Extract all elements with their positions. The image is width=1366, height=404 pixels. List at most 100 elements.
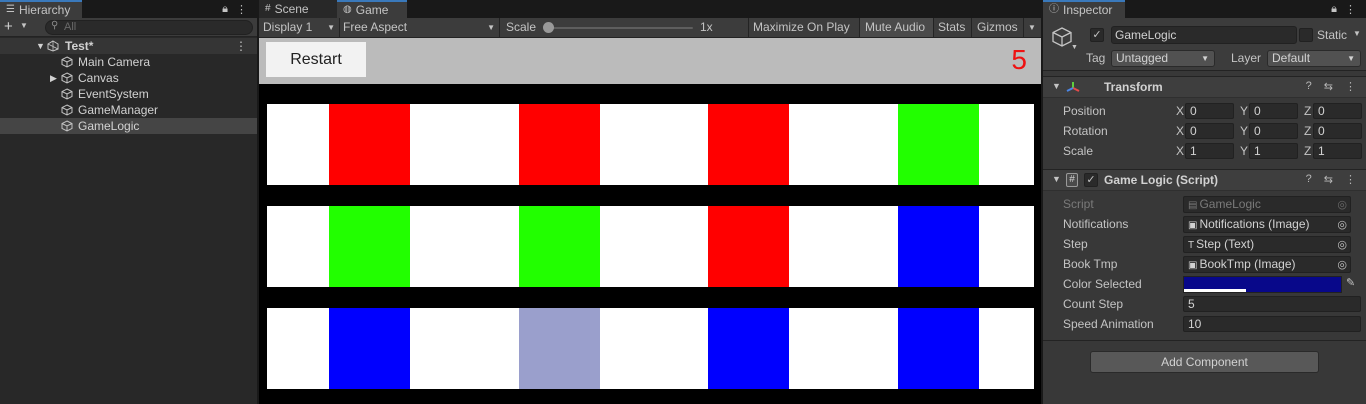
game-view-panel: # Scene ◍ Game Display 1 ▼ Free Aspect ▼…: [259, 0, 1041, 404]
help-icon[interactable]: ?: [1306, 173, 1312, 186]
kebab-menu-icon[interactable]: ⋮: [1345, 80, 1356, 93]
book-cell[interactable]: [898, 206, 979, 287]
preset-icon[interactable]: ⇆: [1324, 173, 1333, 186]
kebab-menu-icon[interactable]: ⋮: [1345, 3, 1356, 16]
object-picker-icon[interactable]: ◎: [1337, 218, 1347, 232]
scale-slider-knob[interactable]: [543, 22, 554, 33]
foldout-arrow-icon[interactable]: ▼: [1052, 174, 1061, 184]
color-selected-field[interactable]: [1183, 276, 1342, 293]
chevron-down-icon: ▼: [1201, 54, 1209, 63]
book-cell[interactable]: [708, 206, 789, 287]
lock-icon[interactable]: 🔒︎: [1331, 3, 1337, 16]
speed-animation-field[interactable]: 10: [1183, 316, 1361, 332]
position-z-field[interactable]: 0: [1313, 103, 1362, 119]
scale-y-field[interactable]: 1: [1249, 143, 1298, 159]
book-cell[interactable]: [708, 308, 789, 389]
kebab-menu-icon[interactable]: ⋮: [236, 3, 247, 16]
search-input[interactable]: ⚲ All: [45, 20, 253, 35]
book-cell[interactable]: [898, 104, 979, 185]
rotation-x-field[interactable]: 0: [1185, 123, 1234, 139]
tag-dropdown[interactable]: Untagged ▼: [1111, 50, 1215, 67]
book-cell[interactable]: [708, 104, 789, 185]
tab-game[interactable]: ◍ Game: [337, 0, 407, 18]
eyedropper-icon[interactable]: ✎: [1346, 276, 1360, 293]
book-cell[interactable]: [329, 104, 410, 185]
list-item[interactable]: GameManager: [0, 102, 257, 118]
active-checkbox[interactable]: ✓: [1090, 28, 1104, 42]
rotation-label: Rotation: [1063, 124, 1108, 138]
object-header: ▼ ✓ GameLogic Static ▼ Tag Untagged ▼ La…: [1043, 18, 1366, 71]
script-component-header[interactable]: ▼ # ✓ Game Logic (Script) ? ⇆ ⋮: [1043, 169, 1366, 191]
stats-button[interactable]: Stats: [938, 18, 965, 37]
help-icon[interactable]: ?: [1306, 80, 1312, 93]
book-cell[interactable]: [329, 206, 410, 287]
gameobject-cube-icon: [1052, 27, 1072, 47]
tab-scene[interactable]: # Scene: [259, 0, 337, 18]
book-cell[interactable]: [519, 308, 600, 389]
object-picker-icon[interactable]: ◎: [1337, 238, 1347, 252]
object-picker-icon[interactable]: ◎: [1337, 258, 1347, 272]
game-viewport[interactable]: Restart 5: [259, 38, 1041, 404]
list-item[interactable]: ▶ Canvas: [0, 70, 257, 86]
gameobject-cube-icon: [61, 88, 73, 100]
book-cell[interactable]: [898, 308, 979, 389]
layer-dropdown[interactable]: Default ▼: [1267, 50, 1361, 67]
chevron-down-icon[interactable]: ▼: [20, 21, 28, 30]
position-x-field[interactable]: 0: [1185, 103, 1234, 119]
book-cell[interactable]: [519, 206, 600, 287]
mute-audio-button[interactable]: Mute Audio: [860, 18, 933, 37]
preset-icon[interactable]: ⇆: [1324, 80, 1333, 93]
step-field[interactable]: T Step (Text) ◎: [1183, 236, 1351, 253]
scale-x-field[interactable]: 1: [1185, 143, 1234, 159]
book-cell[interactable]: [519, 104, 600, 185]
step-counter: 5: [1011, 44, 1027, 75]
gizmos-button[interactable]: Gizmos: [977, 18, 1018, 37]
display-dropdown[interactable]: Display 1 ▼: [263, 18, 339, 37]
transform-component-header[interactable]: ▼ Transform ? ⇆ ⋮: [1043, 76, 1366, 98]
scale-z-field[interactable]: 1: [1313, 143, 1362, 159]
separator: [748, 18, 749, 37]
restart-button[interactable]: Restart: [266, 42, 366, 77]
separator: [1023, 18, 1024, 37]
chevron-down-icon[interactable]: ▼: [1071, 44, 1078, 51]
x-axis-label: X: [1176, 144, 1185, 158]
hierarchy-panel: ☰ Hierarchy 🔒︎ ⋮ + ▼ ⚲ All ▼ Test* ⋮ Mai…: [0, 0, 257, 404]
list-item[interactable]: GameLogic: [0, 118, 257, 134]
rotation-y-field[interactable]: 0: [1249, 123, 1298, 139]
static-checkbox[interactable]: [1299, 28, 1313, 42]
expand-arrow-icon[interactable]: ▼: [36, 38, 45, 54]
count-step-field[interactable]: 5: [1183, 296, 1361, 312]
list-item[interactable]: EventSystem: [0, 86, 257, 102]
book-cell[interactable]: [329, 308, 410, 389]
z-axis-label: Z: [1304, 124, 1312, 138]
add-object-button[interactable]: +: [4, 19, 13, 35]
object-name-field[interactable]: GameLogic: [1111, 26, 1297, 44]
scale-slider[interactable]: [547, 27, 693, 29]
chevron-down-icon: ▼: [487, 23, 495, 32]
foldout-arrow-icon[interactable]: ▼: [1052, 81, 1061, 91]
x-axis-label: X: [1176, 124, 1185, 138]
chevron-down-icon[interactable]: ▼: [1353, 29, 1361, 38]
separator: [971, 18, 972, 37]
script-label: Script: [1063, 197, 1094, 211]
script-file-icon: ▤: [1188, 200, 1198, 211]
lock-icon[interactable]: 🔒︎: [222, 3, 228, 16]
notifications-field[interactable]: ▣ Notifications (Image) ◎: [1183, 216, 1351, 233]
tab-inspector[interactable]: ⓘ Inspector: [1043, 0, 1125, 18]
chevron-down-icon[interactable]: ▼: [1028, 18, 1036, 37]
list-item[interactable]: Main Camera: [0, 54, 257, 70]
expand-arrow-icon[interactable]: ▶: [50, 70, 57, 86]
aspect-dropdown[interactable]: Free Aspect ▼: [343, 18, 497, 37]
kebab-menu-icon[interactable]: ⋮: [1345, 173, 1356, 186]
rotation-z-field[interactable]: 0: [1313, 123, 1362, 139]
scene-row[interactable]: ▼ Test* ⋮: [0, 38, 257, 54]
book-row: [267, 308, 1034, 389]
component-enabled-checkbox[interactable]: ✓: [1084, 173, 1098, 187]
book-tmp-field[interactable]: ▣ BookTmp (Image) ◎: [1183, 256, 1351, 273]
maximize-on-play-button[interactable]: Maximize On Play: [753, 18, 850, 37]
position-y-field[interactable]: 0: [1249, 103, 1298, 119]
add-component-button[interactable]: Add Component: [1090, 351, 1319, 373]
kebab-menu-icon[interactable]: ⋮: [235, 38, 247, 54]
scene-name: Test*: [65, 39, 94, 53]
tab-hierarchy[interactable]: ☰ Hierarchy: [0, 0, 82, 18]
